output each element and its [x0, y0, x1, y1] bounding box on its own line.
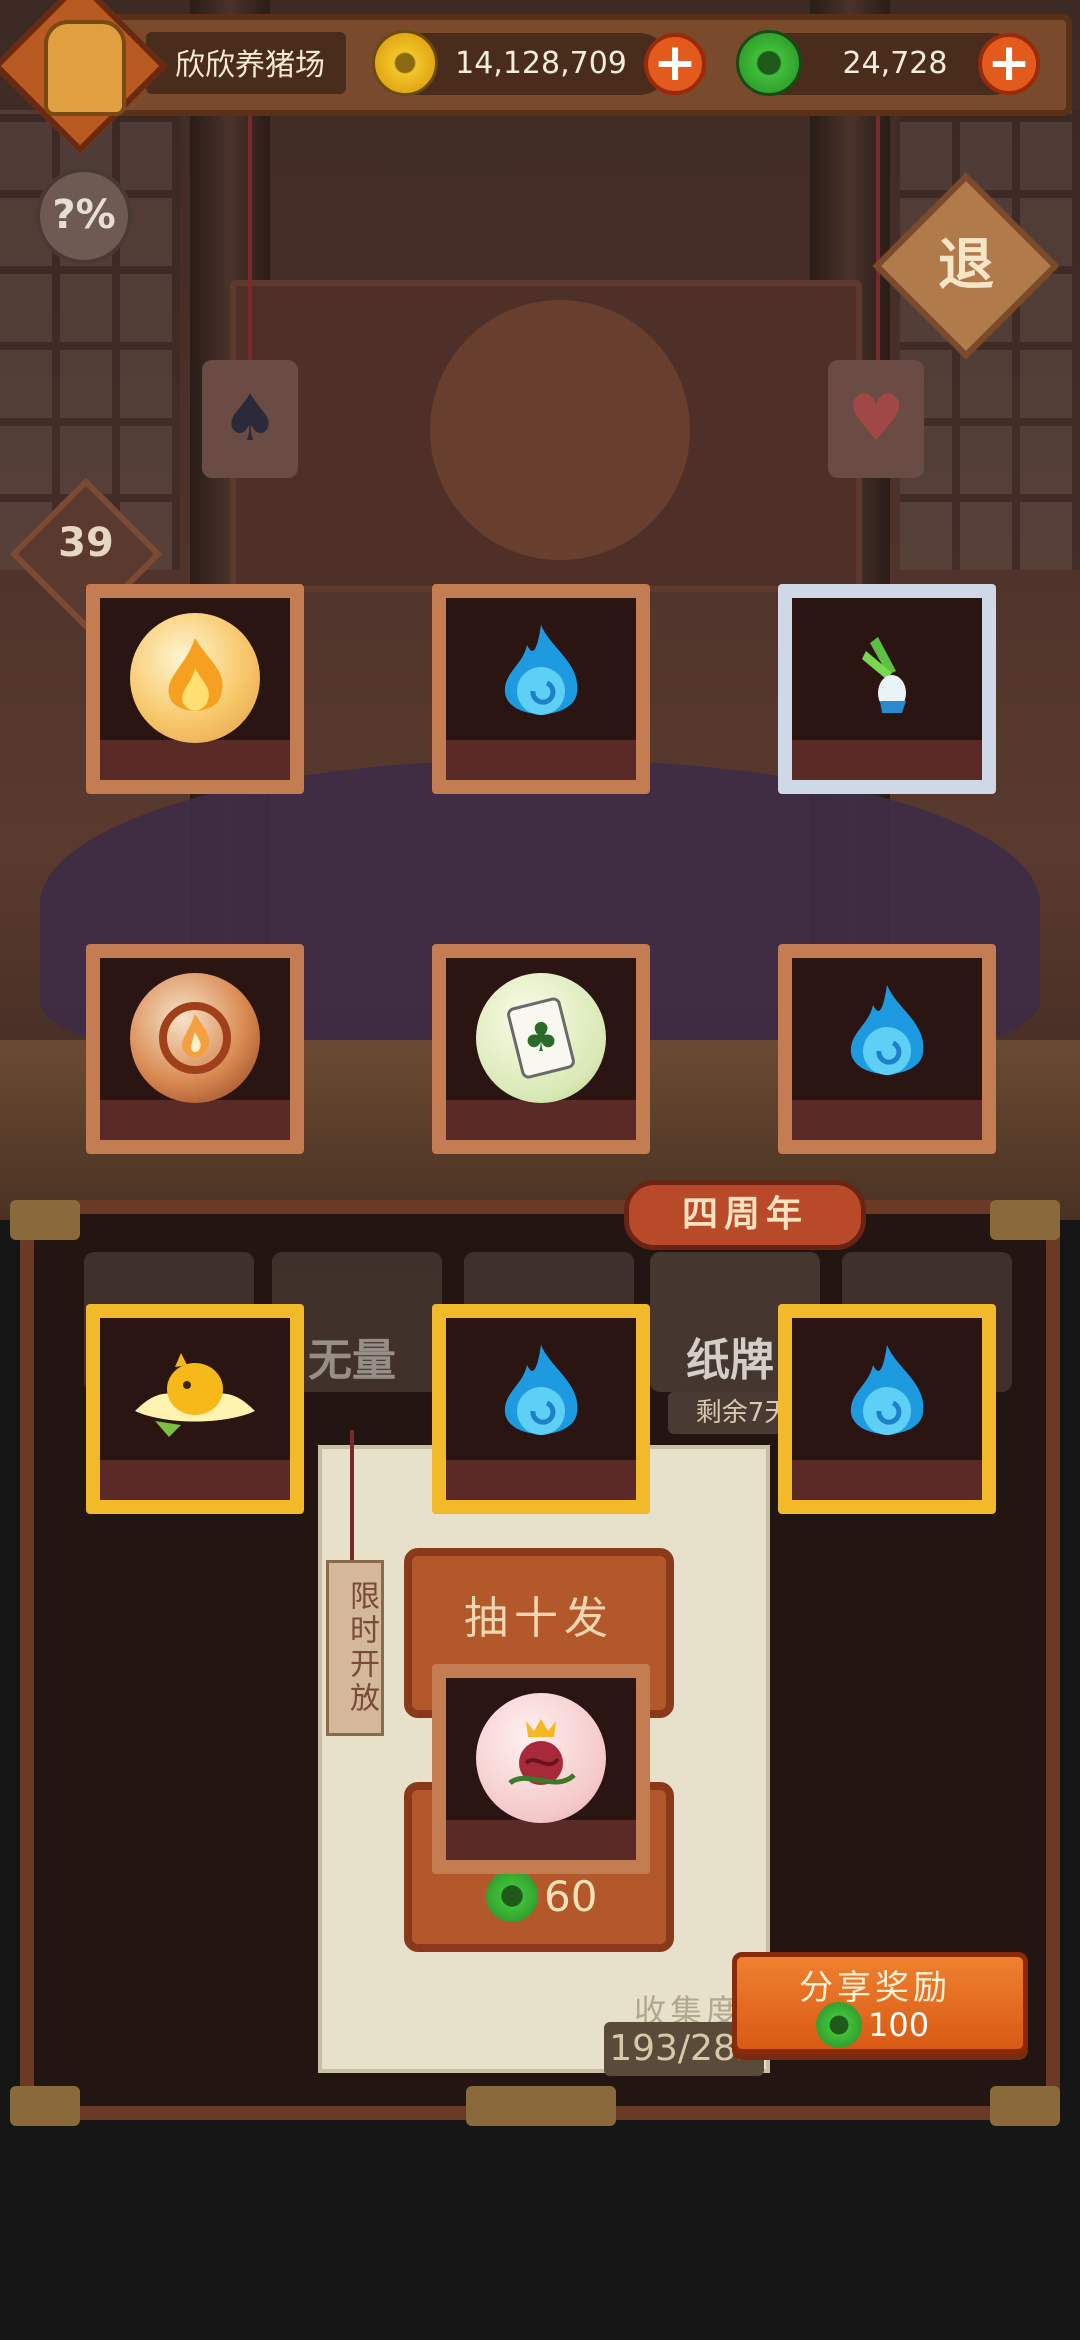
- reward-card-golden-lotus[interactable]: [86, 1304, 304, 1514]
- draw-cost: 60: [544, 1872, 598, 1921]
- hanging-string: [350, 1430, 354, 1560]
- spade-emblem: [430, 300, 690, 560]
- frame-bolt: [10, 1200, 80, 1240]
- svg-text:♣: ♣: [523, 1015, 559, 1061]
- reward-card-flame-core[interactable]: [86, 944, 304, 1154]
- frame-bolt: [990, 1200, 1060, 1240]
- frame-bolt: [10, 2086, 80, 2126]
- blue-flame-icon: [839, 981, 935, 1095]
- thorn-rose-orb-icon: [476, 1693, 606, 1824]
- player-avatar[interactable]: [44, 20, 126, 116]
- anniversary-badge: 四周年: [624, 1180, 866, 1250]
- reward-card-blue-flame[interactable]: [432, 1304, 650, 1514]
- share-reward-amount[interactable]: 100: [868, 2006, 929, 2044]
- blue-flame-icon: [493, 1341, 589, 1455]
- gold-amount: 14,128,709: [455, 46, 627, 81]
- scallion-figure-icon: [852, 631, 922, 725]
- golden-lotus-bird-icon: [125, 1341, 265, 1455]
- hanging-string: [248, 110, 252, 360]
- frame-bolt: [466, 2086, 616, 2126]
- heart-charm-icon: ♥: [828, 360, 924, 478]
- draw-ten-label: 抽十发: [464, 1593, 614, 1644]
- reward-card-scallion[interactable]: [778, 584, 996, 794]
- reward-card-thorn-rose[interactable]: [432, 1664, 650, 1874]
- spade-charm-icon: ♠: [202, 360, 298, 478]
- clover-card-icon: ♣: [476, 973, 606, 1104]
- blue-flame-icon: [839, 1341, 935, 1455]
- blue-flame-icon: [493, 621, 589, 735]
- odds-info-button[interactable]: ?%: [36, 168, 132, 264]
- share-reward-label[interactable]: 分享奖励: [732, 1960, 1018, 2009]
- jade-amount: 24,728: [842, 46, 948, 81]
- player-name: 欣欣养猪场: [175, 48, 325, 83]
- add-jade-button[interactable]: +: [978, 33, 1040, 95]
- add-gold-button[interactable]: +: [644, 33, 706, 95]
- hanging-string: [876, 110, 880, 360]
- fire-orb-icon: [130, 613, 260, 744]
- flame-core-orb-icon: [130, 973, 260, 1104]
- jade-coin-icon: [736, 30, 802, 96]
- tab-wuliang-label: 无量: [308, 1335, 396, 1386]
- level-number: 39: [58, 520, 114, 566]
- exit-label[interactable]: 退: [900, 200, 1032, 332]
- limited-time-tag: 限时开放: [326, 1560, 384, 1736]
- frame-bolt: [990, 2086, 1060, 2126]
- gold-coin-icon: [372, 30, 438, 96]
- tab-cards-label: 纸牌: [686, 1335, 774, 1386]
- lattice-window: [900, 110, 1080, 570]
- reward-card-blue-flame[interactable]: [432, 584, 650, 794]
- reward-card-blue-flame[interactable]: [778, 944, 996, 1154]
- jade-coin-icon: [486, 1870, 538, 1922]
- reward-card-clover[interactable]: ♣: [432, 944, 650, 1154]
- reward-card-fire-orb[interactable]: [86, 584, 304, 794]
- reward-card-blue-flame[interactable]: [778, 1304, 996, 1514]
- jade-coin-icon: [816, 2002, 862, 2048]
